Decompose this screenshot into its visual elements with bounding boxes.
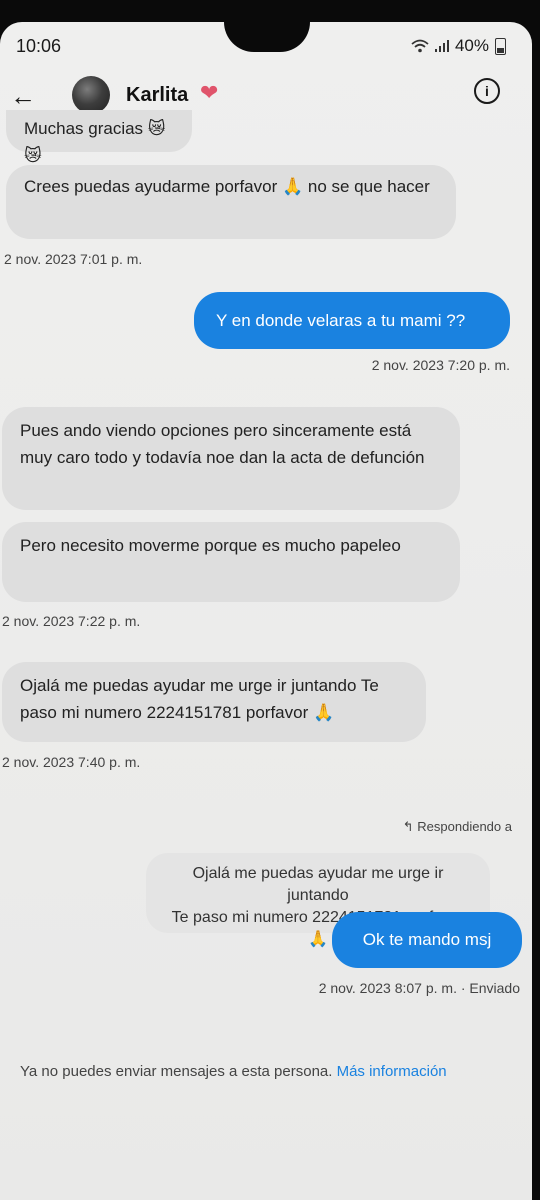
heart-icon: ❤: [200, 80, 219, 105]
messaging-disabled-note: Ya no puedes enviar mensajes a esta pers…: [20, 1063, 447, 1080]
reply-arrow-icon: ↰: [402, 819, 414, 834]
message-timestamp: 2 nov. 2023 7:22 p. m.: [2, 613, 141, 629]
message-timestamp: 2 nov. 2023 7:01 p. m.: [4, 251, 143, 267]
message-timestamp: 2 nov. 2023 8:07 p. m. · Enviado: [318, 980, 520, 996]
reply-label: Respondiendo a: [417, 819, 512, 834]
info-icon[interactable]: i: [474, 78, 500, 104]
message-timestamp: 2 nov. 2023 7:40 p. m.: [2, 754, 141, 770]
footer-note-text: Ya no puedes enviar mensajes a esta pers…: [20, 1063, 333, 1080]
status-icons: 40%: [411, 36, 506, 56]
battery-icon: [495, 37, 506, 55]
phone-screen: 10:06 40% ← Karlita ❤ i Muchas gracias 😿…: [0, 22, 532, 1200]
wifi-icon: [411, 39, 429, 53]
contact-name[interactable]: Karlita: [126, 84, 188, 107]
quoted-line: Ojalá me puedas ayudar me urge ir juntan…: [192, 865, 444, 904]
message-timestamp: 2 nov. 2023 7:20 p. m.: [371, 357, 510, 373]
more-info-link[interactable]: Más información: [337, 1063, 447, 1080]
signal-icon: [434, 40, 449, 52]
message-bubble[interactable]: Muchas gracias 😿😿: [6, 110, 192, 165]
status-bar: 10:06 40%: [0, 34, 532, 58]
message-bubble[interactable]: Pues ando viendo opciones pero sincerame…: [2, 407, 460, 510]
message-bubble[interactable]: Pero necesito moverme porque es mucho pa…: [2, 522, 460, 602]
message-bubble-outgoing[interactable]: Ok te mando msj: [332, 912, 522, 968]
message-bubble[interactable]: Crees puedas ayudarme porfavor 🙏 no se q…: [6, 165, 456, 239]
message-bubble-outgoing[interactable]: Y en donde velaras a tu mami ??: [194, 292, 510, 349]
status-time: 10:06: [16, 36, 62, 56]
battery-percent: 40%: [454, 36, 489, 55]
back-button[interactable]: ←: [8, 82, 38, 112]
avatar[interactable]: [72, 76, 110, 114]
reply-indicator: ↰ Respondiendo a: [403, 819, 512, 835]
message-bubble[interactable]: Ojalá me puedas ayudar me urge ir juntan…: [2, 662, 426, 742]
